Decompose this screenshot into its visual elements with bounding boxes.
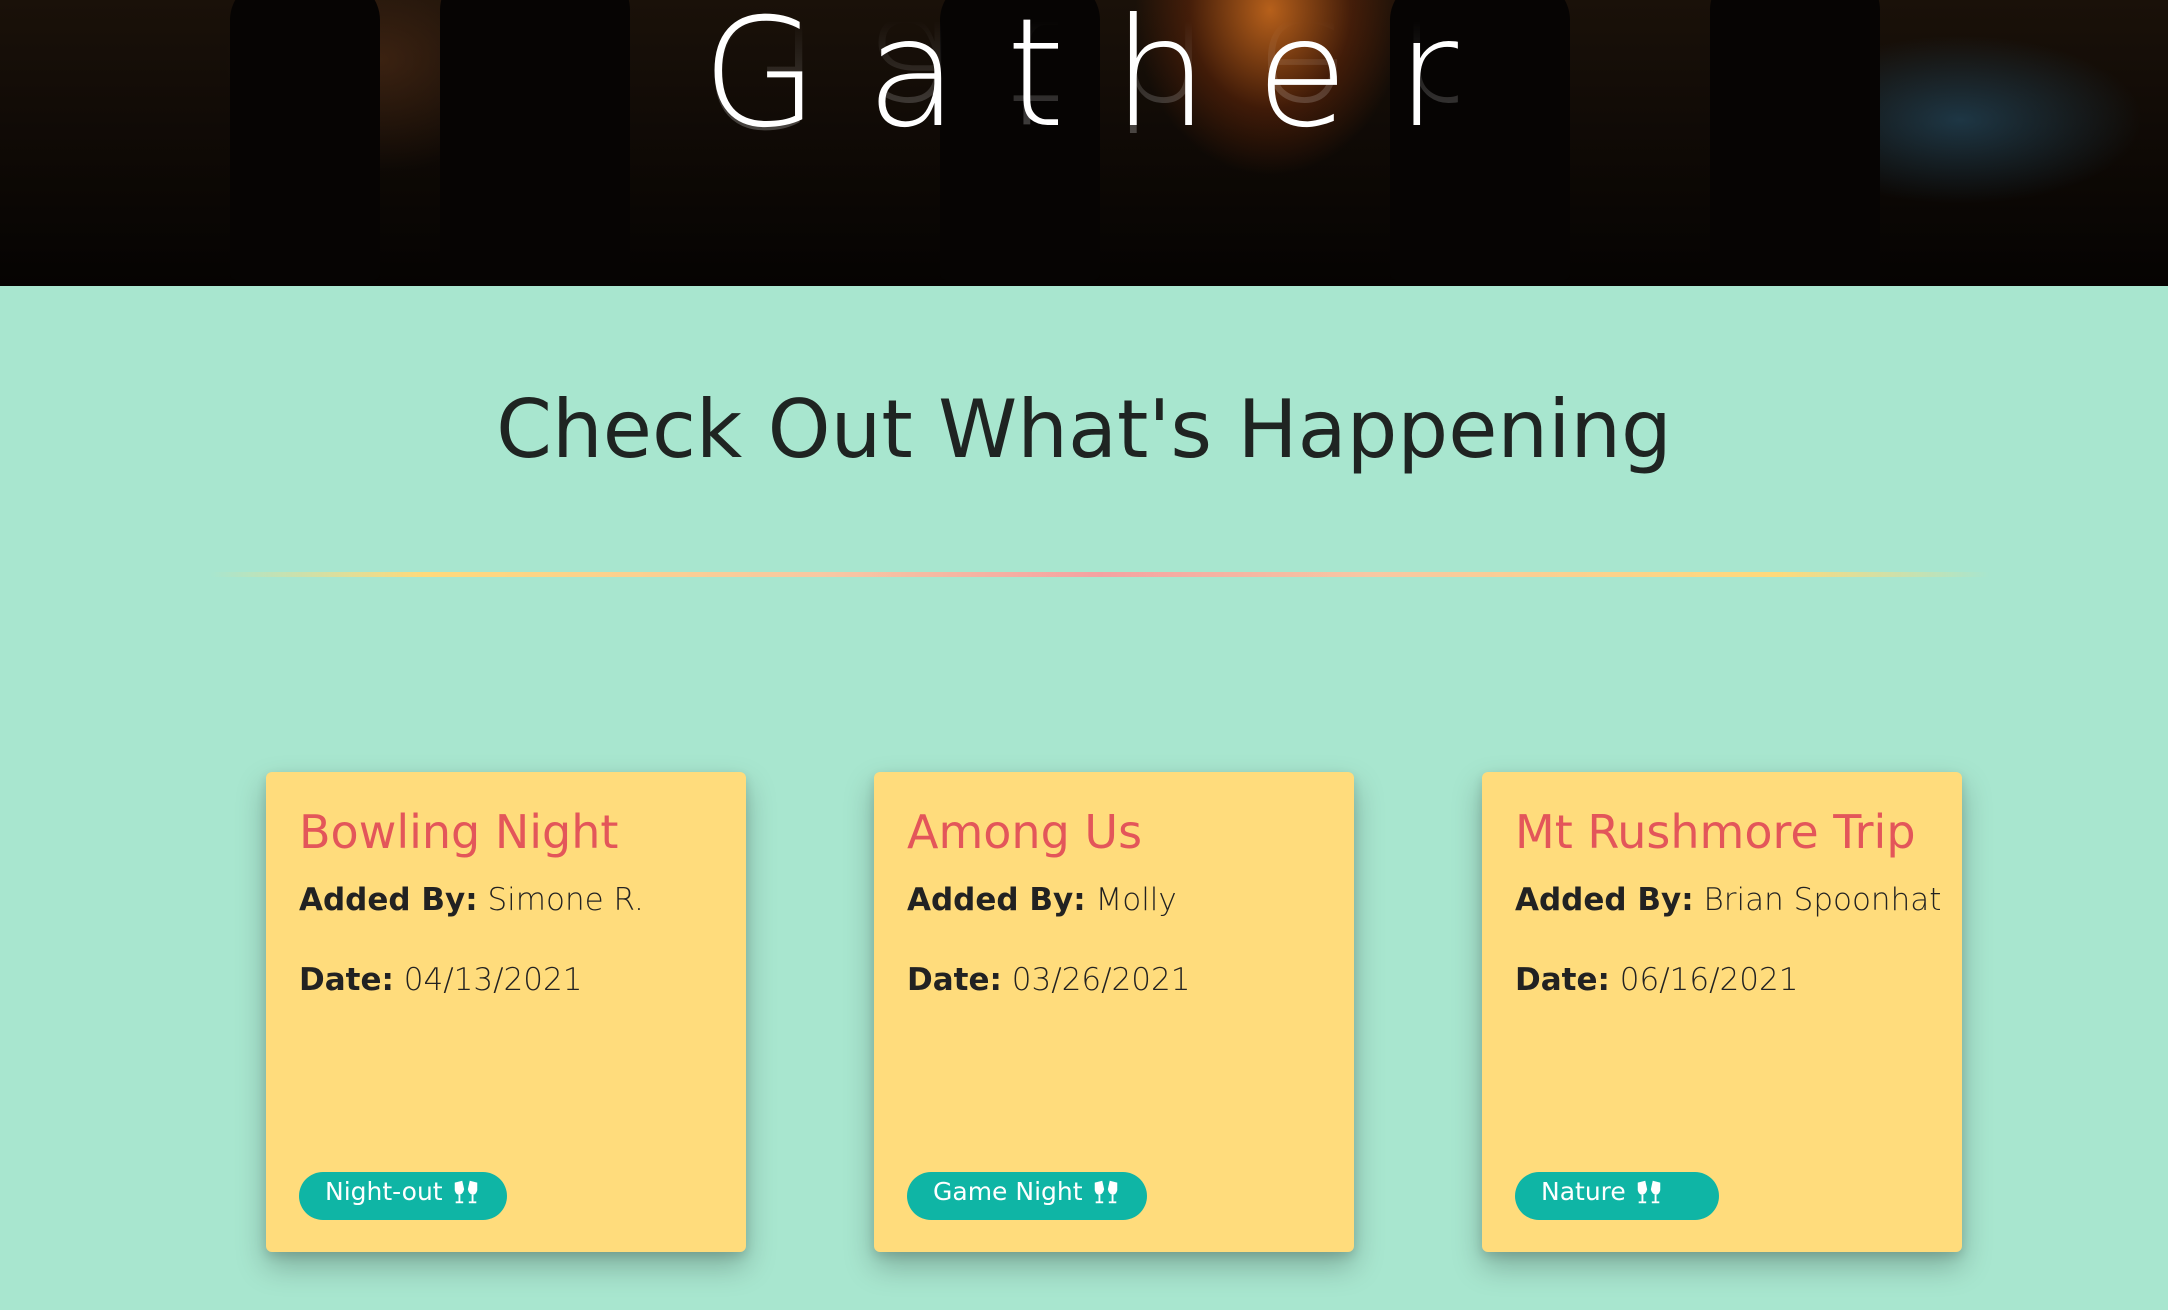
category-tag-label: Nature bbox=[1541, 1177, 1626, 1206]
event-added-by: Added By: Simone R. bbox=[299, 880, 644, 920]
added-by-label: Added By: bbox=[907, 882, 1086, 918]
event-date: Date: 04/13/2021 bbox=[299, 960, 582, 1000]
added-by-value: Molly bbox=[1095, 882, 1177, 918]
category-tag[interactable]: Night-out bbox=[299, 1172, 507, 1220]
event-date: Date: 03/26/2021 bbox=[907, 960, 1190, 1000]
glasses-cheers-icon bbox=[1094, 1180, 1117, 1204]
event-title[interactable]: Mt Rushmore Trip bbox=[1515, 802, 1916, 862]
event-card[interactable]: Mt Rushmore Trip Added By: Brian Spoonha… bbox=[1482, 772, 1962, 1252]
event-title[interactable]: Among Us bbox=[907, 802, 1142, 862]
category-tag[interactable]: Nature bbox=[1515, 1172, 1719, 1220]
category-tag-label: Night-out bbox=[325, 1177, 443, 1206]
event-title[interactable]: Bowling Night bbox=[299, 802, 618, 862]
date-label: Date: bbox=[1515, 962, 1610, 998]
event-added-by: Added By: Molly bbox=[907, 880, 1177, 920]
added-by-value: Brian Spoonhat bbox=[1703, 882, 1942, 918]
event-added-by: Added By: Brian Spoonhat bbox=[1515, 880, 1941, 920]
date-value: 04/13/2021 bbox=[403, 962, 583, 998]
hero-title-reflection: Gather bbox=[702, 20, 1506, 150]
event-date: Date: 06/16/2021 bbox=[1515, 960, 1798, 1000]
category-tag-label: Game Night bbox=[933, 1177, 1083, 1206]
glasses-cheers-icon bbox=[1637, 1180, 1661, 1204]
glasses-cheers-icon bbox=[454, 1180, 477, 1204]
hero-banner: Gather Gather bbox=[0, 0, 2168, 286]
added-by-label: Added By: bbox=[1515, 882, 1694, 918]
date-value: 06/16/2021 bbox=[1619, 962, 1799, 998]
section-title: Check Out What's Happening bbox=[496, 383, 1672, 476]
event-card[interactable]: Bowling Night Added By: Simone R. Date: … bbox=[266, 772, 746, 1252]
date-label: Date: bbox=[299, 962, 394, 998]
added-by-value: Simone R. bbox=[487, 882, 644, 918]
date-value: 03/26/2021 bbox=[1011, 962, 1191, 998]
date-label: Date: bbox=[907, 962, 1002, 998]
category-tag[interactable]: Game Night bbox=[907, 1172, 1147, 1220]
event-card[interactable]: Among Us Added By: Molly Date: 03/26/202… bbox=[874, 772, 1354, 1252]
added-by-label: Added By: bbox=[299, 882, 478, 918]
gradient-divider bbox=[210, 572, 1990, 577]
